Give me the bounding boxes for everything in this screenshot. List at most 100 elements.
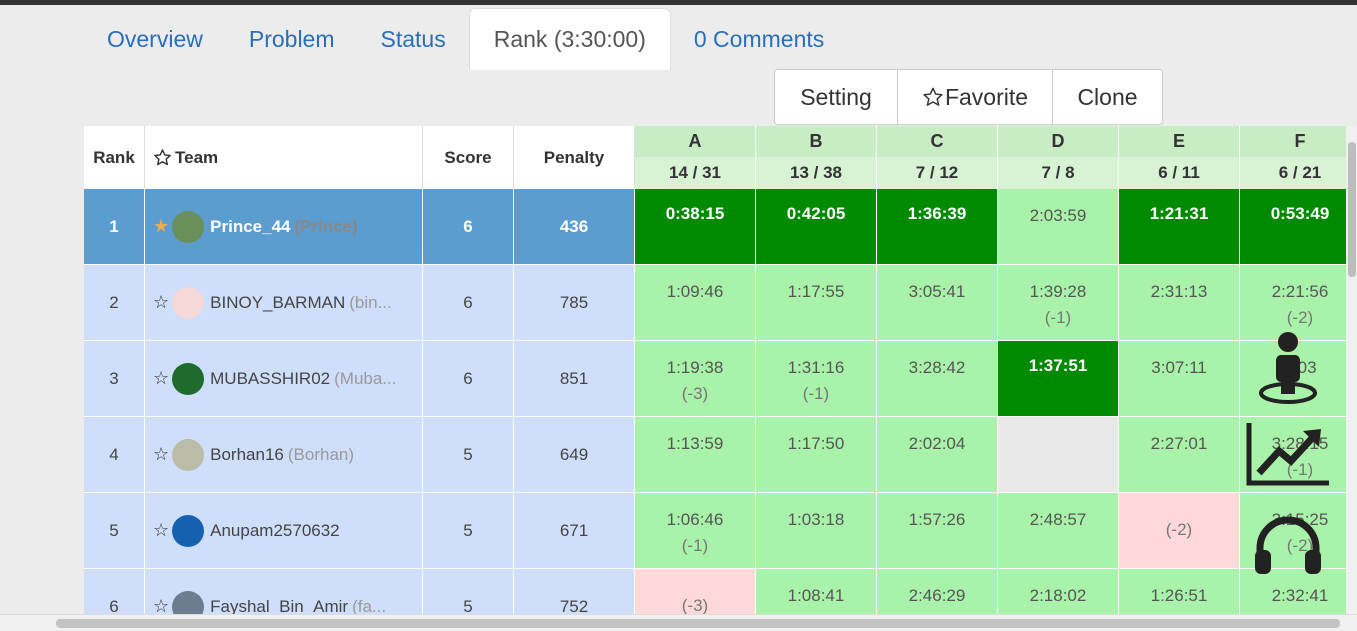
problem-result-cell[interactable]: (-2): [1119, 493, 1240, 569]
rank-cell: 4: [84, 417, 145, 493]
headphones-icon[interactable]: [1252, 514, 1324, 576]
team-cell[interactable]: ☆ MUBASSHIR02 (Muba...: [145, 341, 423, 417]
problem-result-cell[interactable]: 0:38:15: [635, 189, 756, 265]
problem-result-cell[interactable]: 0:42:05: [756, 189, 877, 265]
problem-result-cell[interactable]: 1:37:51: [998, 341, 1119, 417]
problem-solve-stat: 6 / 21: [1240, 157, 1357, 189]
solve-time: 2:48:57: [1029, 510, 1087, 529]
rank-cell: 2: [84, 265, 145, 341]
header-team[interactable]: Team: [145, 126, 423, 189]
solve-time: 1:13:59: [666, 434, 724, 453]
problem-header-b[interactable]: B: [756, 126, 877, 157]
horizontal-scrollbar[interactable]: [0, 614, 1357, 631]
avatar: [172, 438, 205, 471]
problem-result-cell[interactable]: 2:02:04: [877, 417, 998, 493]
header-score[interactable]: Score: [423, 126, 514, 189]
problem-result-cell[interactable]: 1:31:16 (-1): [756, 341, 877, 417]
problem-result-cell[interactable]: 0:53:49: [1240, 189, 1357, 265]
problem-result-cell[interactable]: 1:03:18: [756, 493, 877, 569]
tab-overview[interactable]: Overview: [84, 8, 226, 70]
solve-time: 1:39:28: [1029, 282, 1087, 301]
contest-tabs: Overview Problem Status Rank (3:30:00) 0…: [84, 8, 847, 70]
problem-result-cell[interactable]: 1:19:38 (-3): [635, 341, 756, 417]
tab-status[interactable]: Status: [358, 8, 469, 70]
problem-solve-stat: 14 / 31: [635, 157, 756, 189]
problem-result-cell[interactable]: 1:57:26: [877, 493, 998, 569]
star-outline-icon[interactable]: ☆: [153, 368, 169, 389]
score-cell: 6: [423, 341, 514, 417]
solve-time: 1:03:18: [787, 510, 845, 529]
problem-result-cell[interactable]: 2:31:13: [1119, 265, 1240, 341]
header-rank[interactable]: Rank: [84, 126, 145, 189]
setting-label: Setting: [800, 83, 872, 110]
problem-header-f[interactable]: F: [1240, 126, 1357, 157]
star-outline-icon[interactable]: ☆: [153, 520, 169, 541]
star-filled-icon[interactable]: ★: [153, 216, 169, 237]
problem-header-d[interactable]: D: [998, 126, 1119, 157]
solve-time: 0:42:05: [786, 204, 846, 223]
avatar: [172, 362, 205, 395]
solve-time: 1:31:16: [787, 358, 845, 377]
team-cell[interactable]: ☆ Anupam2570632: [145, 493, 423, 569]
penalty-cell: 671: [514, 493, 635, 569]
solve-time: 2:27:01: [1150, 434, 1208, 453]
favorite-button[interactable]: Favorite: [898, 70, 1053, 124]
problem-result-cell[interactable]: 1:39:28 (-1): [998, 265, 1119, 341]
top-bar: [0, 0, 1357, 5]
team-nickname: (Borhan): [287, 444, 355, 464]
horizontal-scroll-thumb[interactable]: [56, 619, 1340, 628]
star-outline-icon[interactable]: ☆: [153, 444, 169, 465]
problem-result-cell[interactable]: 2:48:57: [998, 493, 1119, 569]
team-cell[interactable]: ★ Prince_44 (Prince): [145, 189, 423, 265]
header-penalty[interactable]: Penalty: [514, 126, 635, 189]
problem-result-cell[interactable]: 3:07:11: [1119, 341, 1240, 417]
solve-time: 0:38:15: [665, 204, 725, 223]
wrong-tries: (-3): [681, 596, 709, 615]
score-cell: 6: [423, 189, 514, 265]
team-name-link[interactable]: BINOY_BARMAN: [210, 293, 345, 313]
team-name-link[interactable]: Anupam2570632: [210, 521, 340, 541]
problem-result-cell[interactable]: 1:17:50: [756, 417, 877, 493]
team-name-link[interactable]: Prince_44: [210, 217, 290, 237]
clone-label: Clone: [1077, 83, 1138, 110]
solve-time: 2:21:56: [1271, 282, 1329, 301]
solve-time: 1:21:31: [1149, 204, 1209, 223]
wrong-tries: (-2): [1165, 520, 1193, 539]
wrong-tries: (-1): [681, 536, 709, 555]
clone-button[interactable]: Clone: [1053, 70, 1162, 124]
rank-cell: 5: [84, 493, 145, 569]
problem-result-cell[interactable]: 1:06:46 (-1): [635, 493, 756, 569]
problem-header-e[interactable]: E: [1119, 126, 1240, 157]
problem-result-cell[interactable]: 1:21:31: [1119, 189, 1240, 265]
score-cell: 6: [423, 265, 514, 341]
problem-result-cell[interactable]: [998, 417, 1119, 493]
problem-result-cell[interactable]: 1:36:39: [877, 189, 998, 265]
tab-comments[interactable]: 0 Comments: [671, 8, 847, 70]
problem-result-cell[interactable]: 3:28:42: [877, 341, 998, 417]
setting-button[interactable]: Setting: [775, 70, 898, 124]
problem-result-cell[interactable]: 3:05:41: [877, 265, 998, 341]
problem-header-a[interactable]: A: [635, 126, 756, 157]
star-outline-icon[interactable]: [153, 148, 172, 167]
problem-result-cell[interactable]: 1:17:55: [756, 265, 877, 341]
problem-result-cell[interactable]: 2:27:01: [1119, 417, 1240, 493]
team-name-link[interactable]: Borhan16: [210, 445, 284, 465]
star-outline-icon[interactable]: ☆: [153, 292, 169, 313]
wrong-tries: (-1): [1044, 308, 1072, 327]
solve-time: 2:02:04: [908, 434, 966, 453]
tab-problem[interactable]: Problem: [226, 8, 358, 70]
vertical-scroll-thumb[interactable]: [1348, 142, 1356, 277]
problem-result-cell[interactable]: 1:09:46: [635, 265, 756, 341]
team-cell[interactable]: ☆ Borhan16 (Borhan): [145, 417, 423, 493]
problem-header-c[interactable]: C: [877, 126, 998, 157]
trending-chart-icon[interactable]: [1245, 421, 1331, 487]
team-name-link[interactable]: MUBASSHIR02: [210, 369, 330, 389]
problem-result-cell[interactable]: 1:13:59: [635, 417, 756, 493]
problem-result-cell[interactable]: 2:03:59: [998, 189, 1119, 265]
vertical-scrollbar[interactable]: [1346, 126, 1357, 614]
tab-rank[interactable]: Rank (3:30:00): [468, 8, 671, 70]
action-button-group: Setting Favorite Clone: [774, 69, 1163, 125]
team-cell[interactable]: ☆ BINOY_BARMAN (bin...: [145, 265, 423, 341]
rank-cell: 1: [84, 189, 145, 265]
person-location-icon[interactable]: [1257, 330, 1319, 406]
